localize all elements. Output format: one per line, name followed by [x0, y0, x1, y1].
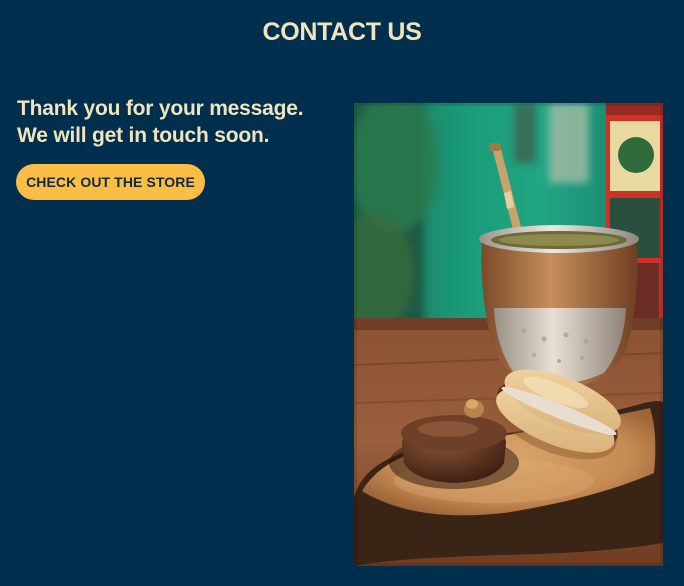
- page-title: CONTACT US: [262, 18, 422, 46]
- check-out-store-button[interactable]: CHECK OUT THE STORE: [16, 164, 205, 200]
- product-photo-illustration: [354, 103, 663, 566]
- confirmation-line-2: We will get in touch soon.: [17, 124, 270, 147]
- confirmation-line-1: Thank you for your message.: [17, 97, 304, 120]
- product-photo: [354, 103, 663, 566]
- confirmation-message: Thank you for your message. We will get …: [17, 95, 337, 149]
